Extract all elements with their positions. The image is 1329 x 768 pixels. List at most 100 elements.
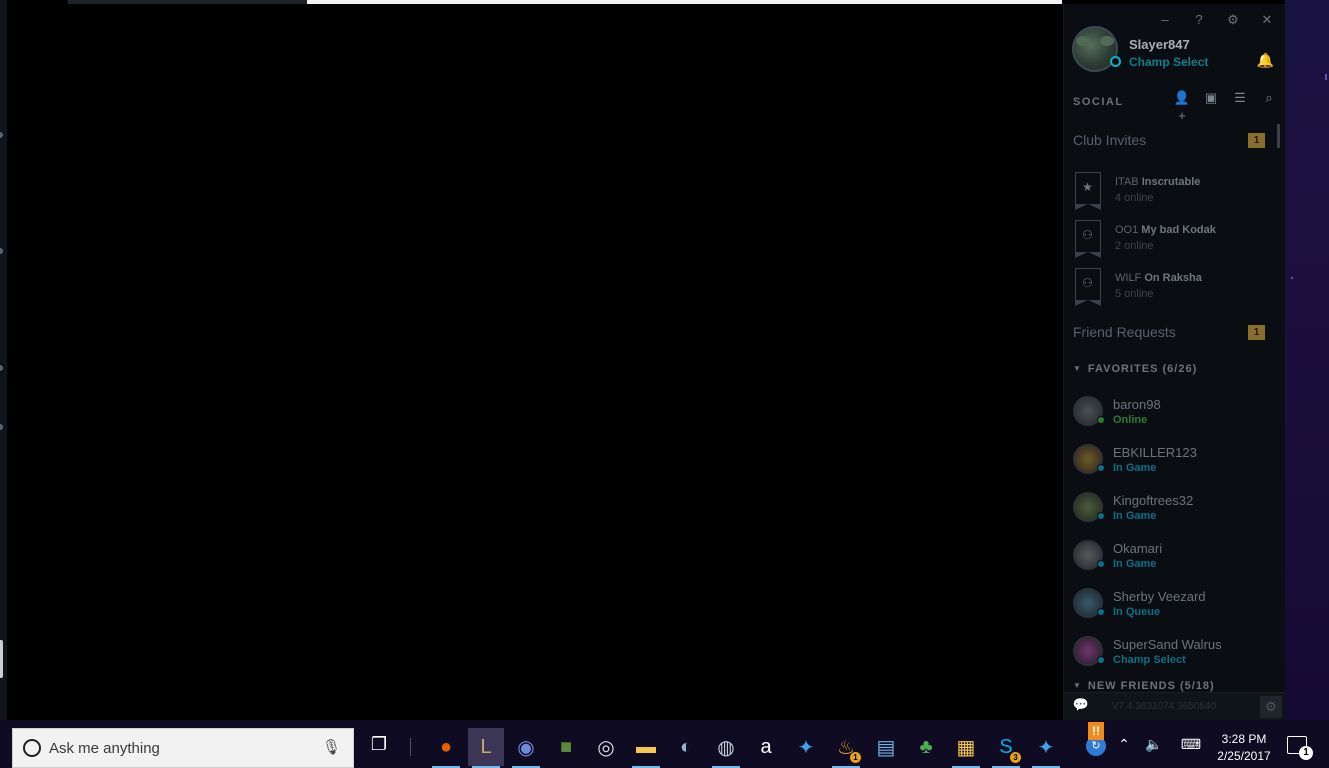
chevron-up-icon[interactable]: ⌃: [1116, 736, 1132, 753]
friend-status-dot: [1097, 512, 1105, 520]
favorites-group-header[interactable]: ▼ FAVORITES (6/26): [1073, 363, 1273, 379]
friend-item[interactable]: Okamari In Game: [1073, 538, 1273, 578]
club-name: Inscrutable: [1141, 176, 1201, 188]
friend-name: baron98: [1113, 397, 1161, 412]
steam-icon-glyph: ◍: [717, 736, 735, 759]
system-clock[interactable]: 3:28 PM 2/25/2017: [1214, 731, 1274, 765]
background-tab-bar: [68, 0, 307, 4]
edge-handle[interactable]: [0, 640, 3, 678]
friend-requests-row[interactable]: Friend Requests 1: [1073, 324, 1269, 344]
id-card-icon[interactable]: ▤: [868, 728, 904, 766]
file-sync-icon-glyph: ▦: [956, 736, 976, 759]
friend-requests-count: 1: [1248, 325, 1265, 340]
edge-dot: [0, 248, 3, 254]
league-client-icon-glyph: L: [480, 735, 492, 758]
social-scrollbar[interactable]: [1277, 124, 1280, 148]
club-invite-item[interactable]: ⚇ OO1 My bad Kodak 2 online: [1073, 220, 1273, 260]
friend-item[interactable]: baron98 Online: [1073, 394, 1273, 434]
task-view-icon[interactable]: ❐: [366, 734, 392, 760]
chat-icon[interactable]: 💬: [1070, 697, 1092, 715]
background-title-strip: [307, 0, 1062, 4]
file-explorer-icon[interactable]: ▬: [628, 728, 664, 768]
wallpaper-mark: [1325, 74, 1327, 80]
friend-name: Kingoftrees32: [1113, 493, 1194, 508]
cortana-search[interactable]: 🎙: [12, 728, 354, 768]
club-invites-row[interactable]: Club Invites 1: [1073, 132, 1269, 152]
summoner-status[interactable]: Champ Select: [1129, 55, 1208, 69]
club-tag: WILF: [1115, 272, 1142, 284]
id-card-icon-glyph: ▤: [876, 736, 896, 759]
battlenet-icon[interactable]: ✦: [788, 728, 824, 766]
friend-status-dot: [1097, 608, 1105, 616]
club-name: On Raksha: [1144, 272, 1202, 284]
summoner-name: Slayer847: [1129, 37, 1190, 52]
desktop-screen: – ? ⚙ ✕ Slayer847 Champ Select 🔔 SOCIAL …: [0, 0, 1329, 768]
social-header: SOCIAL 👤+ ▣ ☰ ⌕: [1073, 89, 1281, 123]
teamspeak-icon[interactable]: ◐: [668, 728, 704, 766]
social-footer: 💬 V7.4.3631074 3650540 ⚙: [1064, 692, 1285, 720]
profile-card[interactable]: Slayer847 Champ Select 🔔: [1072, 26, 1278, 76]
app-notification-icon[interactable]: ♨ 1: [828, 728, 864, 768]
battlenet-2-icon-glyph: ✦: [1037, 736, 1055, 759]
minecraft-icon[interactable]: ■: [548, 728, 584, 766]
notification-count: 1: [1299, 746, 1313, 760]
desktop-wallpaper-strip: [1285, 0, 1329, 720]
steam-icon[interactable]: ◍: [708, 728, 744, 768]
friend-item[interactable]: SuperSand Walrus Champ Select: [1073, 634, 1273, 674]
club-banner-icon: ⚇: [1074, 268, 1101, 306]
new-friends-label: NEW FRIENDS (5/18): [1087, 680, 1215, 692]
add-folder-icon[interactable]: ▣: [1201, 89, 1221, 107]
friend-status: Online: [1113, 414, 1148, 426]
notification-bell-icon[interactable]: 🔔: [1257, 52, 1274, 69]
friend-name: Okamari: [1113, 541, 1163, 556]
club-invite-item[interactable]: ⚇ WILF On Raksha 5 online: [1073, 268, 1273, 308]
club-tag: ITAB: [1115, 176, 1139, 188]
club-tag: OO1: [1115, 224, 1139, 236]
friend-item[interactable]: Kingoftrees32 In Game: [1073, 490, 1273, 530]
group-icon: ⚇: [1082, 228, 1093, 242]
alert-icon[interactable]: !!: [1088, 722, 1104, 740]
discord-icon-glyph: ◉: [517, 736, 535, 759]
search-input[interactable]: [49, 737, 319, 759]
keyboard-icon[interactable]: ⌨: [1178, 736, 1204, 753]
club-banner-icon: ⚇: [1074, 220, 1101, 258]
clock-time: 3:28 PM: [1221, 732, 1267, 746]
action-center-icon[interactable]: 1: [1287, 736, 1313, 760]
group-icon: ⚇: [1082, 276, 1093, 290]
overwatch-icon[interactable]: ◎: [588, 728, 624, 766]
battlenet-2-icon[interactable]: ✦: [1028, 728, 1064, 768]
friend-item[interactable]: Sherby Veezard In Queue: [1073, 586, 1273, 626]
client-version: V7.4.3631074 3650540: [1112, 701, 1216, 712]
league-client-icon[interactable]: L: [468, 728, 504, 768]
amazon-icon[interactable]: a: [748, 728, 784, 766]
cortana-icon[interactable]: [23, 739, 41, 757]
club-invite-item[interactable]: ★ ITAB Inscrutable 4 online: [1073, 172, 1273, 212]
firefox-icon[interactable]: ●: [428, 728, 464, 768]
avatar-ear: [1076, 36, 1090, 46]
windows-taskbar: 🎙 ❐ ●L◉■◎▬◐◍a✦♨1▤♣▦S3✦ ↻ !! ⌃ 🔈 ⌨ 3:28 P…: [0, 720, 1329, 768]
app-badge: 1: [850, 752, 861, 763]
amazon-icon-glyph: a: [760, 735, 772, 758]
volume-icon[interactable]: 🔈: [1144, 736, 1164, 753]
battlenet-icon-glyph: ✦: [797, 736, 815, 759]
friend-status-dot: [1097, 656, 1105, 664]
chevron-down-icon: ▼: [1073, 681, 1082, 690]
wallpaper-mark: [1291, 277, 1293, 279]
discord-icon[interactable]: ◉: [508, 728, 544, 768]
file-sync-icon[interactable]: ▦: [948, 728, 984, 768]
app-badge: 3: [1010, 752, 1021, 763]
edge-dot: [0, 365, 3, 371]
friend-status: In Game: [1113, 510, 1157, 522]
club-online-count: 4 online: [1115, 192, 1154, 204]
overwatch-icon-glyph: ◎: [597, 736, 615, 759]
tree-icon[interactable]: ♣: [908, 728, 944, 766]
list-icon[interactable]: ☰: [1230, 89, 1250, 107]
skype-icon[interactable]: S3: [988, 728, 1024, 768]
add-friend-icon[interactable]: 👤+: [1172, 89, 1192, 123]
friend-item[interactable]: EBKILLER123 In Game: [1073, 442, 1273, 482]
search-icon[interactable]: ⌕: [1259, 89, 1279, 107]
microphone-icon[interactable]: 🎙: [322, 738, 341, 756]
gear-icon[interactable]: ⚙: [1260, 696, 1282, 718]
friend-status-dot: [1097, 464, 1105, 472]
friend-status: Champ Select: [1113, 654, 1186, 666]
